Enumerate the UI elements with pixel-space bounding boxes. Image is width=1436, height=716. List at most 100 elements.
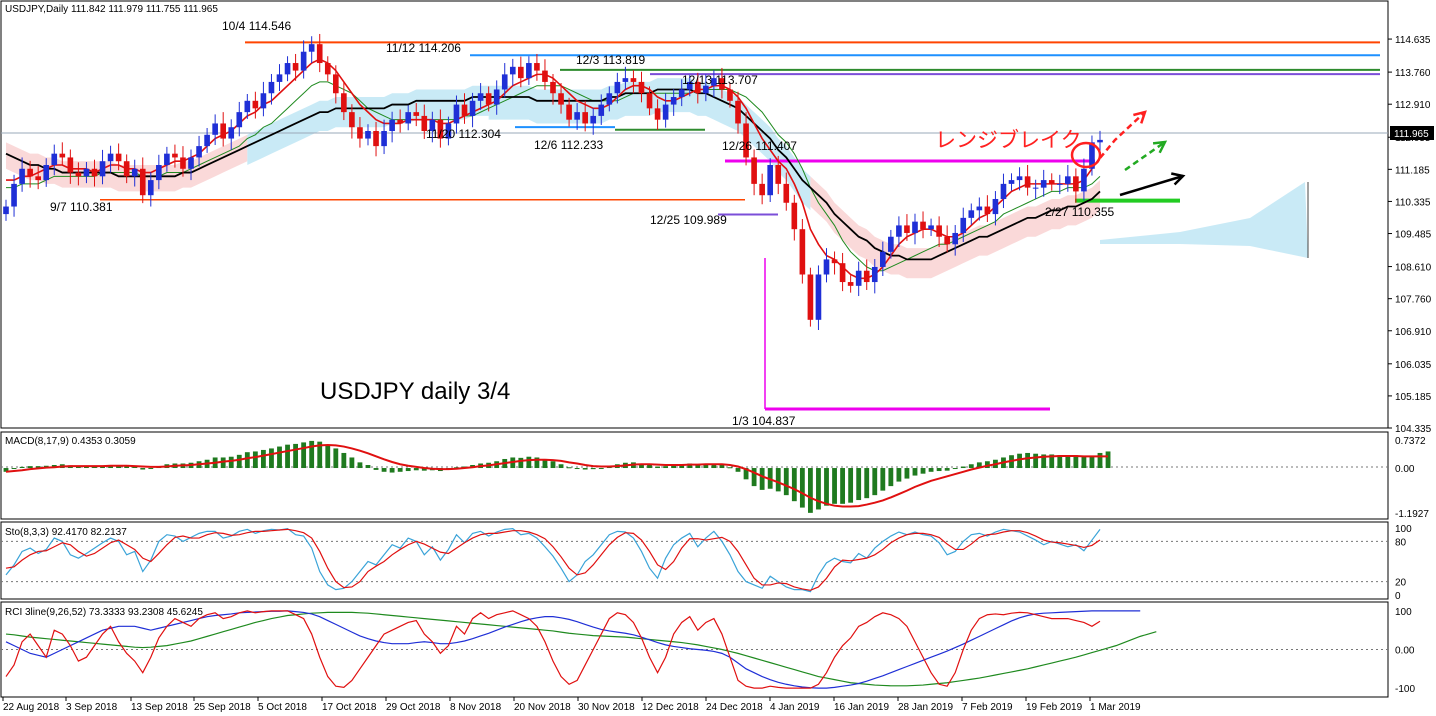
symbol-header: USDJPY,Daily 111.842 111.979 111.755 111… [5,4,218,15]
time-axis: 22 Aug 2018 3 Sep 2018 13 Sep 2018 25 Sep 2… [2,697,1141,713]
macd-bar [574,468,580,470]
macd-tick-label: 0.7372 [1395,436,1426,447]
candle-body [1065,176,1071,184]
rci-axis: 100 0.00 -100 [1395,607,1415,695]
rci-tick-label: 100 [1395,607,1412,618]
annotation-label: 12/25 109.989 [650,213,727,227]
chart-svg: 10/4 114.546 11/12 114.206 12/3 113.819 12/… [0,0,1434,713]
candle-body [381,131,387,147]
candle-body [735,100,741,124]
macd-bar [1025,452,1031,469]
candle-body [767,164,774,196]
macd-bar [864,468,870,499]
macd-bar [655,466,660,469]
candle-body [1073,176,1079,192]
candle-body [405,112,412,124]
macd-bar [1065,455,1071,469]
annotation-label: 11/12 114.206 [386,41,461,55]
macd-bar [140,468,146,470]
candle-body [606,93,613,105]
candle-body [3,206,9,215]
macd-bar [848,468,854,503]
candle-body [292,63,299,71]
sto-tick-label: 20 [1395,578,1407,589]
macd-bar [727,467,733,469]
time-tick-label: 1 Mar 2019 [1090,702,1141,713]
annotation-label: 12/26 111.407 [722,139,797,153]
rci-panel[interactable]: RCI 3line(9,26,52) 73.3333 93.2308 45.62… [0,601,1415,698]
macd-bar [775,468,781,492]
macd-bar [526,456,532,469]
macd-bar [148,468,154,470]
candle-body [960,217,967,233]
candle-body [461,104,468,116]
price-tick-label: 108.610 [1395,263,1432,274]
candle-body [365,131,371,139]
price-tick-label: 113.760 [1395,68,1431,79]
macd-tick-label: -1.1927 [1395,509,1429,520]
macd-bar [228,456,234,469]
macd-bar [799,468,805,508]
price-panel[interactable]: 10/4 114.546 11/12 114.206 12/3 113.819 12/… [0,0,1434,435]
candle-body [252,100,259,109]
candle-body [397,119,403,124]
candle-body [204,134,210,147]
candle-body [896,225,902,237]
candle-body [550,81,556,94]
price-tick-label: 109.485 [1395,230,1432,241]
candle-body [920,221,926,230]
candle-body [212,123,218,135]
candle-body [1032,187,1039,189]
candle-body [485,93,492,105]
candle-body [831,259,838,264]
annotation-label: 1/3 104.837 [732,414,796,428]
macd-bar [1057,455,1063,469]
macd-bar [413,468,419,471]
current-price-badge: 111.965 [1390,126,1434,140]
candle-body [952,232,959,245]
price-tick-label: 111.185 [1395,165,1430,176]
candle-body [244,100,251,113]
candle-body [976,206,983,211]
macd-bar [735,468,741,472]
macd-bar [719,465,725,469]
macd-panel[interactable]: MACD(8,17,9) 0.4353 0.3059 0.7372 0.00 -1.… [0,431,1429,520]
candle-body [654,108,661,120]
annotation-label: 12/6 112.233 [534,138,604,152]
macd-bar [236,454,242,469]
macd-bar [252,451,258,469]
candle-body [855,270,862,286]
macd-bar [960,466,966,469]
time-tick-label: 8 Nov 2018 [450,702,502,713]
macd-bar [807,468,813,513]
sto-panel-frame [0,521,1389,600]
macd-bar [832,468,837,504]
macd-bar [293,443,299,469]
time-tick-label: 4 Jan 2019 [770,702,820,713]
time-tick-label: 12 Dec 2018 [642,702,699,713]
time-tick-label: 25 Sep 2018 [194,702,251,713]
macd-bar [912,468,918,476]
rci-tick-label: 0.00 [1395,646,1415,657]
macd-bar [373,468,379,470]
stochastic-panel[interactable]: Sto(8,3,3) 92.4170 82.2137 100 80 20 0 [0,521,1412,602]
sto-axis: 100 80 20 0 [1395,524,1412,602]
macd-bar [301,442,307,469]
time-tick-label: 19 Feb 2019 [1026,702,1083,713]
macd-bar [1017,453,1022,469]
macd-bar [27,466,33,469]
macd-tick-label: 0.00 [1395,464,1415,475]
macd-bar [663,466,669,469]
candle-body [156,164,162,181]
candle-body [1016,176,1023,181]
candle-body [944,236,950,245]
macd-bar [791,468,797,502]
macd-bar [647,465,652,469]
candle-body [43,164,50,181]
macd-bar [872,468,878,496]
candle-body [389,119,395,132]
candle-body [19,168,25,184]
macd-bar [944,468,950,471]
candle-body [300,51,307,71]
macd-bar [582,468,588,470]
